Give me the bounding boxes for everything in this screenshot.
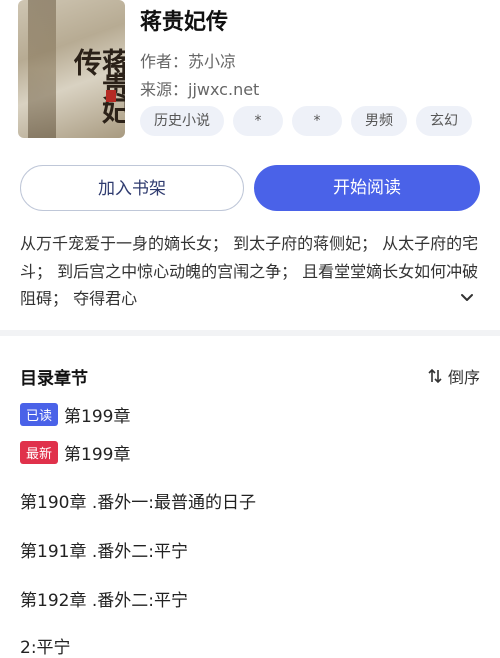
author-label: 作者： bbox=[140, 52, 189, 71]
table-of-contents: 目录章节 倒序 已读 第199章 最新 第199章 第190章 .番外一:最普通… bbox=[0, 336, 500, 658]
book-description: 从万千宠爱于一身的嫡长女； 到太子府的蒋侧妃； 从太子府的宅斗； 到后宫之中惊心… bbox=[20, 234, 479, 308]
chevron-down-icon[interactable] bbox=[460, 291, 474, 305]
tag[interactable]: 玄幻 bbox=[416, 106, 472, 136]
toc-heading: 目录章节 bbox=[20, 369, 88, 389]
cover-decoration bbox=[28, 0, 56, 138]
add-to-shelf-button[interactable]: 加入书架 bbox=[20, 165, 244, 211]
sort-label: 倒序 bbox=[447, 368, 480, 387]
tag[interactable]: 男频 bbox=[351, 106, 407, 136]
book-header: 蒋贵妃传 蒋贵妃传 作者：苏小凉 来源：jjwxc.net 历史小说 * * 男… bbox=[0, 0, 500, 325]
chapter-item[interactable]: 第190章 .番外一:最普通的日子 bbox=[20, 488, 256, 513]
book-cover[interactable]: 蒋贵妃传 bbox=[18, 0, 125, 138]
source-label: 来源： bbox=[140, 80, 189, 99]
book-title: 蒋贵妃传 bbox=[140, 10, 229, 35]
chapter-item[interactable]: 第191章 .番外二:平宁 bbox=[20, 537, 188, 562]
cover-calligraphy-title: 蒋贵妃传 bbox=[70, 48, 125, 120]
last-read-row[interactable]: 已读 第199章 bbox=[20, 402, 130, 427]
latest-row[interactable]: 最新 第199章 bbox=[20, 440, 130, 465]
author-line: 作者：苏小凉 bbox=[140, 48, 236, 72]
new-badge: 最新 bbox=[20, 441, 59, 464]
chapter-item[interactable]: 第192章 .番外二:平宁 bbox=[20, 586, 188, 611]
tag-list: 历史小说 * * 男频 玄幻 bbox=[140, 106, 472, 136]
sort-toggle[interactable]: 倒序 bbox=[428, 364, 480, 388]
last-read-chapter: 第199章 bbox=[64, 407, 131, 427]
latest-chapter: 第199章 bbox=[64, 445, 131, 465]
read-badge: 已读 bbox=[20, 403, 59, 426]
tag[interactable]: 历史小说 bbox=[140, 106, 224, 136]
sort-icon bbox=[428, 368, 442, 384]
source-value: jjwxc.net bbox=[188, 80, 260, 99]
tag[interactable]: * bbox=[233, 106, 283, 136]
tag[interactable]: * bbox=[292, 106, 342, 136]
start-reading-button[interactable]: 开始阅读 bbox=[254, 165, 480, 211]
author-name[interactable]: 苏小凉 bbox=[188, 52, 236, 71]
cover-seal bbox=[106, 90, 116, 102]
source-line: 来源：jjwxc.net bbox=[140, 76, 259, 100]
chapter-item[interactable]: 2:平宁 bbox=[20, 633, 71, 658]
